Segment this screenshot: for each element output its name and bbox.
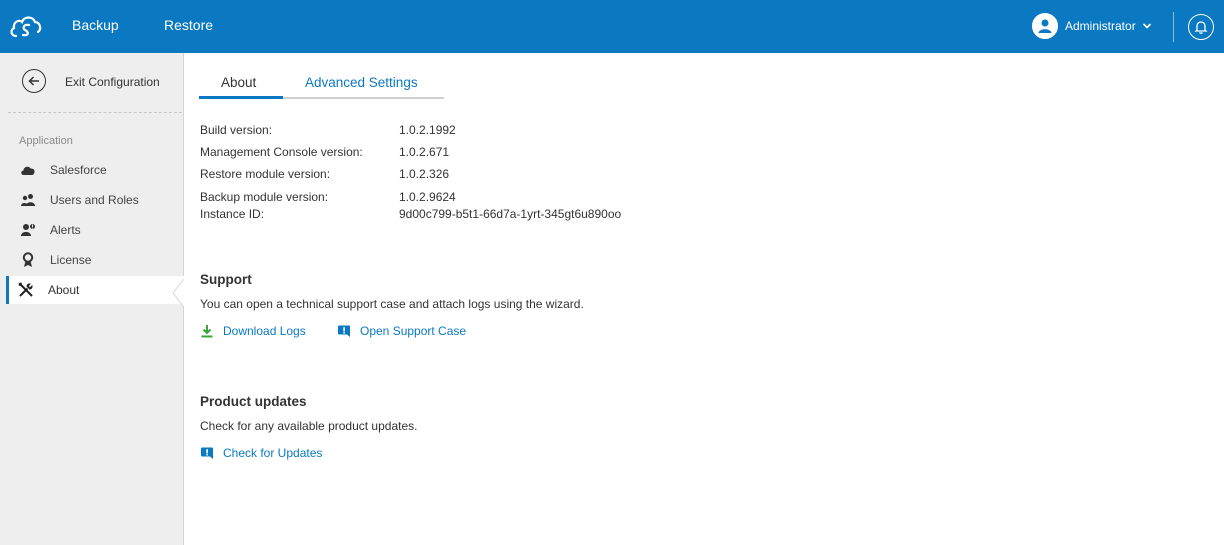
chevron-down-icon: [1142, 23, 1151, 29]
info-value: 9d00c799-b5t1-66d7a-1yrt-345gt6u890oo: [399, 207, 622, 221]
info-value: 1.0.2.1992: [399, 123, 456, 137]
check-for-updates-label: Check for Updates: [223, 446, 323, 460]
info-value: 1.0.2.671: [399, 145, 450, 159]
download-icon: [200, 324, 214, 338]
info-row-console-version: Management Console version: 1.0.2.671: [200, 145, 800, 161]
info-key: Build version:: [200, 123, 273, 137]
support-heading: Support: [200, 272, 252, 287]
tab-about[interactable]: About: [221, 75, 256, 90]
exit-configuration-button[interactable]: Exit Configuration: [0, 53, 183, 108]
tab-advanced-settings[interactable]: Advanced Settings: [305, 75, 418, 90]
sidebar-item-salesforce[interactable]: Salesforce: [8, 156, 183, 184]
check-for-updates-link[interactable]: Check for Updates: [200, 446, 322, 460]
info-row-backup-module-version: Backup module version: 1.0.2.9624: [200, 190, 800, 206]
product-updates-heading: Product updates: [200, 394, 307, 409]
topbar-divider: [1173, 12, 1174, 42]
cloud-icon: [20, 162, 36, 178]
arrow-left-icon: [22, 69, 46, 93]
info-value: 1.0.2.326: [399, 167, 450, 181]
tab-active-indicator: [199, 96, 283, 99]
info-row-instance-id: Instance ID: 9d00c799-b5t1-66d7a-1yrt-34…: [200, 207, 800, 223]
sidebar-item-label: Salesforce: [50, 163, 107, 177]
active-indicator: [172, 279, 184, 307]
info-key: Management Console version:: [200, 145, 363, 159]
user-name: Administrator: [1065, 19, 1136, 33]
alert-icon: [20, 222, 36, 238]
info-key: Restore module version:: [200, 167, 331, 181]
users-icon: [20, 192, 36, 208]
nav-restore[interactable]: Restore: [164, 17, 213, 33]
product-updates-description: Check for any available product updates.: [200, 419, 418, 433]
download-logs-label: Download Logs: [223, 324, 306, 338]
update-icon: [200, 446, 214, 460]
sidebar-divider: [8, 112, 182, 113]
sidebar-item-users-and-roles[interactable]: Users and Roles: [8, 186, 183, 214]
info-key: Backup module version:: [200, 190, 329, 204]
bell-icon[interactable]: [1188, 14, 1214, 40]
info-value: 1.0.2.9624: [399, 190, 456, 204]
user-avatar-icon: [1032, 13, 1058, 39]
sidebar-item-label: License: [50, 253, 92, 267]
sidebar-item-label: About: [48, 283, 80, 297]
nav-backup[interactable]: Backup: [72, 17, 119, 33]
cloud-backup-logo-icon[interactable]: [9, 12, 43, 42]
sidebar-item-alerts[interactable]: Alerts: [8, 216, 183, 244]
download-logs-link[interactable]: Download Logs: [200, 324, 306, 338]
info-row-build-version: Build version: 1.0.2.1992: [200, 123, 800, 139]
tools-icon: [18, 282, 34, 298]
support-description: You can open a technical support case an…: [200, 297, 584, 311]
sidebar-item-about[interactable]: About: [6, 276, 184, 304]
support-case-icon: [337, 324, 351, 338]
info-key: Instance ID:: [200, 207, 265, 221]
sidebar-item-label: Alerts: [50, 223, 81, 237]
license-icon: [20, 252, 36, 268]
open-support-case-link[interactable]: Open Support Case: [337, 324, 466, 338]
open-support-case-label: Open Support Case: [360, 324, 467, 338]
user-menu[interactable]: Administrator: [1032, 11, 1152, 41]
sidebar: Exit Configuration Application Salesforc…: [0, 53, 184, 545]
section-label-application: Application: [19, 135, 73, 147]
info-row-restore-module-version: Restore module version: 1.0.2.326: [200, 167, 800, 183]
sidebar-item-label: Users and Roles: [50, 193, 139, 207]
exit-configuration-label: Exit Configuration: [65, 75, 160, 89]
main-content: About Advanced Settings Build version: 1…: [185, 53, 1224, 545]
sidebar-item-license[interactable]: License: [8, 246, 183, 274]
top-bar: Backup Restore Administrator: [0, 0, 1224, 53]
